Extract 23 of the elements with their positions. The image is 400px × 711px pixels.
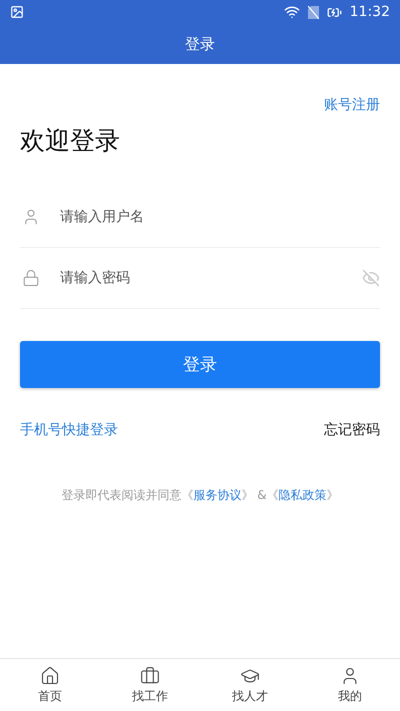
policy-link[interactable]: 隐私政策 (278, 488, 327, 502)
agreement-text: 登录即代表阅读并同意《服务协议》 &《隐私政策》 (60, 487, 340, 504)
welcome-heading: 欢迎登录 (20, 125, 121, 157)
clock-time: 11:32 (350, 4, 390, 20)
screen-title: 登录 (185, 34, 215, 54)
login-button[interactable]: 登录 (20, 341, 380, 388)
lock-icon (22, 269, 40, 287)
eye-slash-icon[interactable] (362, 269, 380, 287)
register-link[interactable]: 账号注册 (324, 96, 380, 114)
nav-tab[interactable]: 首页 (0, 659, 100, 711)
policy-link[interactable]: 服务协议 (193, 488, 242, 502)
home-icon (40, 666, 60, 686)
phone-login-link[interactable]: 手机号快捷登录 (20, 421, 118, 439)
password-field[interactable]: 请输入密码 (58, 269, 344, 287)
image-icon (10, 5, 24, 19)
no-sim-icon (308, 6, 319, 18)
nav-tab[interactable]: 我的 (300, 659, 400, 711)
forgot-password-link[interactable]: 忘记密码 (324, 421, 380, 439)
briefcase-icon (140, 666, 160, 686)
wifi-icon (284, 4, 300, 20)
username-field[interactable]: 请输入用户名 (58, 208, 380, 226)
nav-tab[interactable]: 找工作 (100, 659, 200, 711)
nav-tab[interactable]: 找人才 (200, 659, 300, 711)
